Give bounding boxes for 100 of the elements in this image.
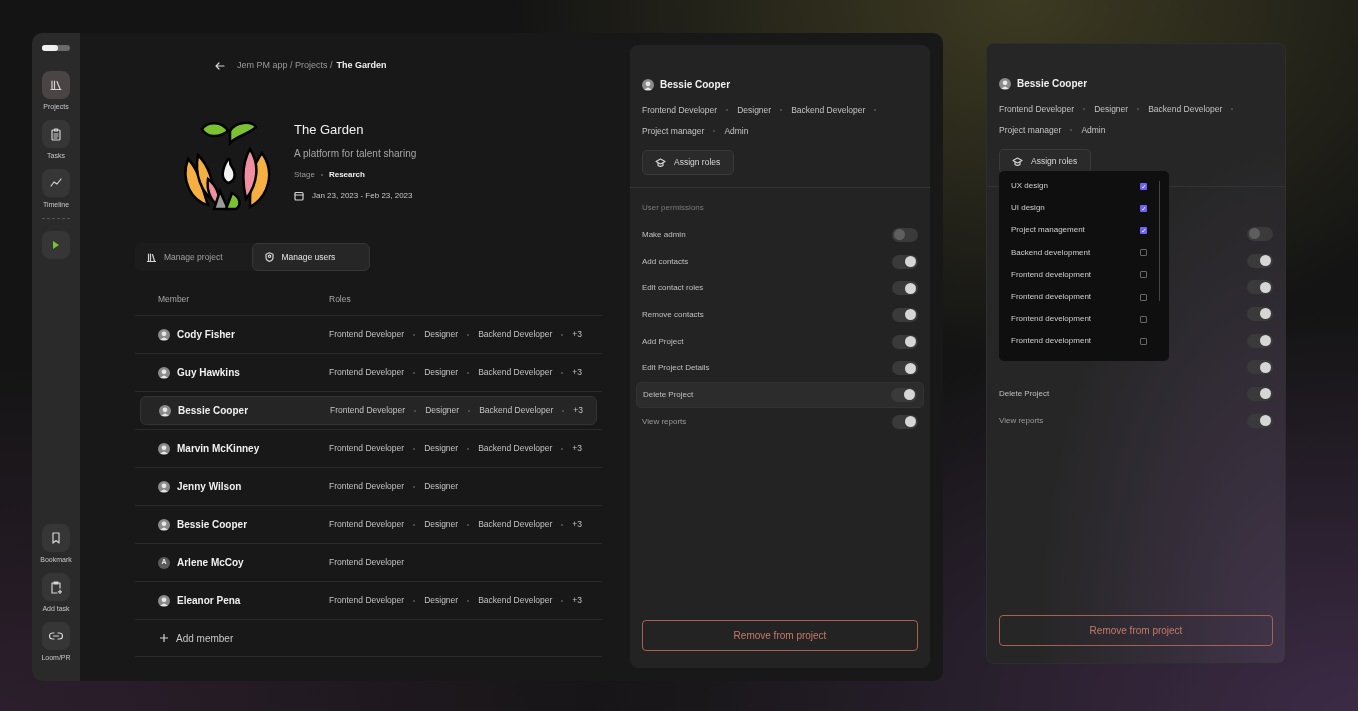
toggle-switch[interactable] [892,414,918,429]
permission-label: Edit Project Details [642,362,710,375]
role-label: Designer [737,104,772,117]
dropdown-item[interactable]: Frontend development [1011,308,1147,331]
permission-label: Remove contacts [642,308,704,321]
dropdown-item[interactable]: Backend development [1011,241,1147,264]
play-button[interactable] [42,231,70,259]
avatar-icon [159,404,171,417]
role-label: Frontend Developer [329,366,405,379]
role-label: Frontend Developer [329,556,405,569]
toggle-switch[interactable] [1247,226,1273,241]
stage-value: Research [328,171,365,179]
toggle-switch[interactable] [1247,306,1273,321]
toggle-switch[interactable] [892,254,918,269]
avatar-icon [158,480,170,493]
breadcrumb-current: The Garden [336,59,387,73]
remove-button[interactable]: Remove from project [642,620,918,651]
bookmark-button[interactable] [42,524,70,552]
role-label: Frontend Developer [329,328,405,341]
avatar-icon [158,442,170,455]
role-label: Frontend Developer [329,480,405,493]
role-label: Admin [724,124,749,138]
assign-roles-button[interactable]: Assign roles [642,149,734,175]
avatar-icon [158,594,170,607]
dropdown-item[interactable]: Frontend development [1011,330,1147,353]
toggle-switch[interactable] [1247,386,1273,401]
checkbox[interactable] [1140,337,1147,345]
selected-table-row[interactable]: Bessie Cooper Frontend Developer Designer Backend Developer +3 [140,396,597,425]
toggle-switch[interactable] [1247,360,1273,375]
role-label: Backend Developer [478,328,553,341]
toggle-switch[interactable] [892,361,918,376]
toggle-switch[interactable] [1247,280,1273,295]
avatar-icon [158,366,170,379]
role-label: Designer [424,442,459,455]
more-count: +3 [573,404,584,417]
table-row[interactable]: Cody Fisher Frontend Developer Designer Backend Developer +3 [135,320,602,349]
checkbox[interactable] [1140,204,1147,212]
tasks-button[interactable] [42,120,70,148]
plus-icon [160,634,168,642]
tab[interactable]: Manage project [135,243,252,271]
avatar-icon [158,518,170,531]
loom-button[interactable] [42,622,70,650]
dropdown-item[interactable]: UI design [1011,197,1147,220]
books-icon [147,252,156,262]
table-row[interactable]: Jenny Wilson Frontend Developer Designer [135,472,602,501]
table-row[interactable]: Marvin McKinney Frontend Developer Designer Backend Developer +3 [135,434,602,463]
dropdown-item[interactable]: UX design [1011,175,1147,198]
checkbox[interactable] [1140,182,1147,190]
bookmark-icon [51,532,61,544]
checkbox[interactable] [1140,226,1147,234]
role-label: Project manager [642,124,705,138]
section-title: User permissions [641,201,705,214]
avatar-icon [642,78,654,91]
check-icon [1141,183,1146,189]
member-name: Bessie Cooper [178,404,249,418]
link-icon [49,631,63,641]
timeline-button[interactable] [42,169,70,197]
permission-label: View reports [999,414,1044,427]
toggle-switch[interactable] [891,387,917,402]
add-member-button[interactable]: Add member [160,630,234,646]
tab[interactable]: Manage users [251,243,370,271]
checkbox[interactable] [1140,271,1147,279]
project-description: A platform for talent sharing [294,149,417,159]
avatar-icon [999,77,1011,90]
assign-roles-button[interactable]: Assign roles [999,148,1091,174]
checkbox[interactable] [1140,315,1147,323]
projects-button[interactable] [42,71,70,99]
dropdown-item[interactable]: Frontend development [1011,263,1147,286]
toggle-switch[interactable] [892,227,918,242]
table-row[interactable]: Eleanor Pena Frontend Developer Designer Backend Developer +3 [135,586,602,615]
dropdown-item[interactable]: Frontend development [1011,285,1147,309]
more-count: +3 [572,594,583,607]
table-row[interactable]: Bessie Cooper Frontend Developer Designer Backend Developer +3 [135,510,602,539]
breadcrumb-link[interactable]: Jem PM app / Projects / [237,59,333,73]
checkbox[interactable] [1140,249,1147,257]
column-header: Roles [329,292,351,306]
toggle-switch[interactable] [892,334,918,349]
permission-label: Make admin [642,228,686,241]
role-label: Admin [1081,123,1106,137]
graduation-cap-icon [655,157,666,167]
role-label: Designer [424,328,459,341]
role-label: Designer [425,404,460,417]
dropdown-item[interactable]: Project management [1011,219,1147,242]
back-button[interactable] [215,62,225,70]
user-name: Bessie Cooper [1017,77,1088,91]
role-label: Designer [424,518,459,531]
books-icon [50,79,62,91]
toggle-switch[interactable] [1247,413,1273,428]
toggle-switch[interactable] [892,307,918,322]
toggle-switch[interactable] [1247,253,1273,268]
permission-label: Delete Project [999,387,1050,400]
member-name: Marvin McKinney [177,442,260,456]
toggle-switch[interactable] [892,281,918,296]
checkbox[interactable] [1140,293,1147,301]
toggle-switch[interactable] [1247,333,1273,348]
date-range: Jan 23, 2023 - Feb 23, 2023 [312,192,413,200]
table-row[interactable]: Guy Hawkins Frontend Developer Designer Backend Developer +3 [135,358,602,387]
more-count: +3 [572,442,583,455]
remove-button[interactable]: Remove from project [999,615,1273,646]
clipboard-icon [50,127,62,141]
